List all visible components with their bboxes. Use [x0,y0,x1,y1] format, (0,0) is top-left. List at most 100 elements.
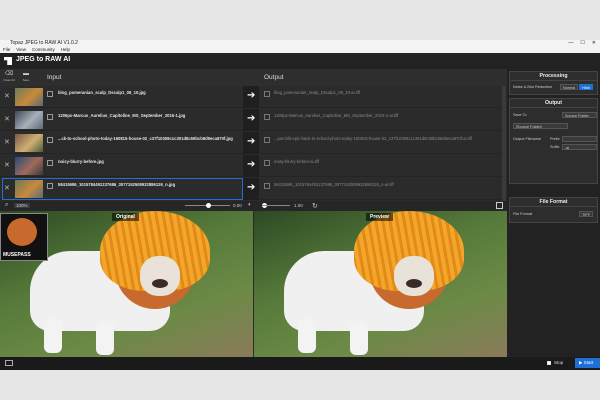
file-thumbnail [15,157,43,175]
file-row-selected[interactable]: ✕ 58415586_1015784491237686_307715250893… [0,178,507,200]
dog-nose [152,279,168,288]
remove-file-icon[interactable]: ✕ [4,92,10,100]
output-open-icon[interactable] [264,137,270,143]
dog-nose [406,279,422,288]
navigator-thumbnail[interactable]: MUSEPASS [0,213,48,261]
app-window: Topaz JPEG to RAW AI V1.0.2 — ☐ ✕ File V… [0,40,600,370]
maximize-button[interactable]: ☐ [580,40,584,47]
remove-file-icon[interactable]: ✕ [4,138,10,146]
output-filename: ...porchlit-epic-back-to-school-photo-to… [274,136,473,141]
dog-leg [350,321,368,355]
preview-label: Preview [366,213,393,221]
suffix-input[interactable]: -ai [562,144,597,150]
reset-icon[interactable]: ↻ [312,202,318,210]
right-slider-track[interactable] [262,205,290,206]
open-external-icon[interactable] [47,137,53,143]
split-view-icon[interactable]: ◐ [248,202,252,208]
file-row[interactable]: ✕ 1206px-Marcus_Aurelius_Capitoline_MS_S… [0,109,507,131]
zoom-level-select[interactable]: 100% [14,203,30,208]
save-icon: ▬ [23,71,29,77]
app-header: JPEG to RAW AI [0,53,600,69]
mini-dog-head [7,218,37,246]
arrow-right-icon: ➔ [247,182,256,193]
arrow-right-icon: ➔ [247,113,256,124]
save-to-select[interactable]: Source Folder [562,112,597,118]
save-label: Save [22,78,30,82]
open-external-icon[interactable] [47,183,53,189]
title-bar: Topaz JPEG to RAW AI V1.0.2 — ☐ ✕ [0,40,600,47]
clear-all-label: Clear All [3,78,15,82]
noise-reduction-label: Noise & Blur Reduction [513,85,553,89]
remove-file-icon[interactable]: ✕ [4,161,10,169]
left-slider-knob[interactable] [206,203,211,208]
zoom-icon: ⌕ [5,202,9,208]
prefix-label: Prefix [550,137,560,141]
window-title: Topaz JPEG to RAW AI V1.0.2 [10,40,78,46]
file-format-select[interactable]: TIFF [579,211,594,217]
output-column-heading: Output [264,74,284,81]
file-thumbnail [15,134,43,152]
output-filename: noisy-blurry-before-ai.tiff [274,159,320,164]
output-header: Output [510,99,597,108]
output-open-icon[interactable] [264,114,270,120]
app-screenshot: Topaz JPEG to RAW AI V1.0.2 — ☐ ✕ File V… [0,0,600,400]
topaz-logo-icon [4,57,12,65]
stop-button[interactable]: Stop [547,360,563,365]
preview-view[interactable]: Preview [254,211,507,357]
open-external-icon[interactable] [47,91,53,97]
file-list-header: ⌫ Clear All ▬ Save Input Output [0,69,507,86]
remove-file-icon[interactable]: ✕ [4,115,10,123]
left-slider-value: 0.00 [233,203,242,208]
start-label: Start [583,360,594,365]
right-slider-value: 1.00 [294,203,303,208]
dog-leg [96,321,114,355]
open-external-icon[interactable] [47,160,53,166]
bottom-bar: Stop ▶ Start [0,357,600,370]
file-thumbnail [15,88,43,106]
minimize-button[interactable]: — [568,40,573,47]
original-label: Original [112,213,139,221]
file-list-scrollbar[interactable] [502,86,506,201]
dog-leg [44,319,62,353]
processing-panel: Processing Noise & Blur Reduction Normal… [509,71,598,95]
input-column-heading: Input [47,74,62,81]
input-filename: ...ck-to-school-photo-today-160815-house… [58,136,233,141]
compare-view-icon[interactable] [5,360,13,366]
output-open-icon[interactable] [264,160,270,166]
save-button[interactable]: ▬ Save [19,71,33,82]
app-name: JPEG to RAW AI [16,56,71,63]
view-toolbar: ⌕ 100% 0.00 ◐ 1.00 ↻ [0,201,507,211]
high-option[interactable]: High [579,84,593,90]
input-filename: blog_pomeranian_scalp_Dscalp1_08_10.jpg [58,90,146,95]
normal-option[interactable]: Normal [560,84,579,90]
prefix-input[interactable] [562,136,597,142]
start-button[interactable]: ▶ Start [575,358,600,368]
arrow-right-icon: ➔ [247,159,256,170]
output-open-icon[interactable] [264,91,270,97]
fit-view-icon[interactable] [496,202,503,209]
stop-label: Stop [554,360,564,365]
clear-all-icon: ⌫ [4,71,14,77]
file-row[interactable]: ✕ blog_pomeranian_scalp_Dscalp1_08_10.jp… [0,86,507,108]
close-window-button[interactable]: ✕ [592,40,596,47]
input-filename: noisy-blurry-before.jpg [58,159,104,164]
file-thumbnail [15,180,43,198]
source-folder-field[interactable]: [Source Folder] [513,123,568,129]
stop-icon [547,360,551,365]
output-open-icon[interactable] [264,183,270,189]
file-list: ✕ blog_pomeranian_scalp_Dscalp1_08_10.jp… [0,86,507,201]
file-format-label: File Format [513,212,533,216]
dog-face [140,256,180,296]
output-filename: blog_pomeranian_scalp_Dscalp1_08_10-ai.t… [274,90,361,95]
file-row[interactable]: ✕ ...ck-to-school-photo-today-160815-hou… [0,132,507,154]
dog-leg [298,319,316,353]
file-format-panel: File Format File Format TIFF [509,197,598,223]
open-external-icon[interactable] [47,114,53,120]
settings-sidebar: Processing Noise & Blur Reduction Normal… [507,69,600,357]
output-filename: 1206px-Marcus_Aurelius_Capitoline_MS_Sep… [274,113,399,118]
dog-face [394,256,434,296]
file-row[interactable]: ✕ noisy-blurry-before.jpg ➔ noisy-blurry… [0,155,507,177]
clear-all-button[interactable]: ⌫ Clear All [2,71,16,82]
remove-file-icon[interactable]: ✕ [4,184,10,192]
file-format-header: File Format [510,198,597,207]
